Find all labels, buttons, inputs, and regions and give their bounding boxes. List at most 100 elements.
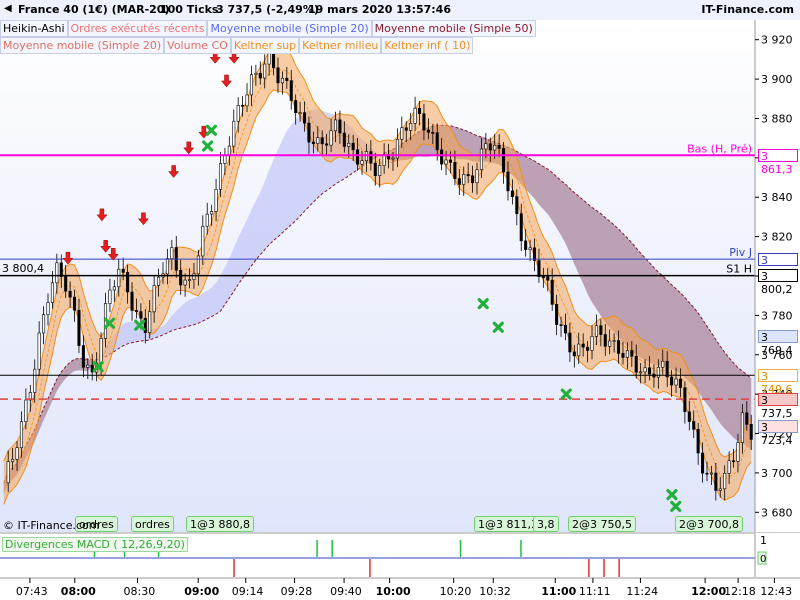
candle-body: [524, 240, 528, 250]
candle-body: [519, 213, 523, 242]
candle-body: [391, 157, 395, 160]
legend-item[interactable]: Keltner sup: [230, 37, 300, 54]
candle-body: [400, 127, 404, 140]
candle-body: [678, 378, 682, 388]
candle-body: [50, 282, 54, 303]
legend-item[interactable]: Heikin-Ashi: [0, 20, 68, 37]
candle-body: [6, 461, 10, 484]
x-tick-label: 07:43: [15, 585, 48, 598]
candle-body: [479, 148, 483, 171]
candle-body: [577, 343, 581, 357]
candle-body: [254, 72, 258, 75]
candle-body: [665, 360, 669, 378]
candle-body: [347, 142, 351, 147]
y-tick-label: 3 840: [761, 191, 793, 204]
order-tag[interactable]: ordres: [131, 516, 174, 532]
x-tick-label: 08:30: [123, 585, 156, 598]
candle-body: [258, 72, 262, 79]
candle-body: [599, 325, 603, 335]
order-tag[interactable]: 1@3 880,8: [186, 516, 254, 532]
x-tick-label: 12:43: [760, 585, 793, 598]
candle-body: [670, 376, 674, 386]
candle-body: [218, 163, 223, 190]
candle-body: [639, 371, 643, 374]
candle-body: [232, 120, 236, 147]
candle-body: [740, 412, 744, 443]
macd-panel-label[interactable]: Divergences MACD ( 12,26,9,20): [2, 537, 188, 552]
candle-body: [46, 302, 50, 315]
macd-tick-label: 1: [760, 534, 767, 547]
candle-body: [515, 196, 519, 215]
candle-body: [586, 346, 590, 351]
candle-body: [417, 107, 422, 114]
x-tick-label: 12:00: [691, 585, 727, 598]
candle-body: [426, 129, 430, 133]
candle-body: [488, 143, 492, 151]
candle-body: [466, 174, 470, 177]
candle-body: [188, 279, 192, 281]
x-tick-label: 10:00: [375, 585, 411, 598]
candle-body: [625, 350, 629, 358]
candle-body: [42, 314, 46, 334]
legend-item[interactable]: Ordres exécutés récents: [67, 20, 208, 37]
macd-zero-label: 0: [760, 554, 766, 565]
candle-body: [68, 290, 72, 298]
candle-body: [289, 80, 293, 101]
x-tick-label: 10:20: [439, 585, 472, 598]
candle-body: [727, 460, 731, 474]
candle-body: [241, 105, 245, 107]
candle-body: [77, 309, 81, 346]
candle-body: [183, 279, 187, 286]
candle-body: [170, 247, 174, 259]
candle-body: [590, 336, 594, 351]
legend-item[interactable]: Keltner milieu: [299, 37, 382, 54]
candle-body: [718, 488, 722, 491]
x-tick-label: 12:18: [724, 585, 756, 598]
candle-body: [462, 174, 466, 185]
candle-body: [157, 276, 161, 286]
order-tag[interactable]: 1@3 811,3: [474, 516, 542, 532]
legend-item[interactable]: Keltner inf ( 10): [381, 37, 474, 54]
x-tick-label: 09:40: [330, 585, 362, 598]
legend-item[interactable]: Moyenne mobile (Simple 50): [371, 20, 536, 37]
candle-body: [493, 145, 497, 151]
candle-body: [139, 311, 143, 319]
candle-body: [541, 276, 545, 278]
candle-body: [64, 276, 68, 292]
candle-body: [471, 175, 475, 184]
candle-body: [152, 285, 156, 313]
candle-body: [736, 442, 740, 462]
candle-body: [409, 123, 413, 131]
legend-item[interactable]: Moyenne mobile (Simple 20): [0, 37, 165, 54]
x-tick-label: 10:32: [479, 585, 511, 598]
price-marker: 3 749,6: [758, 368, 798, 396]
order-tag[interactable]: 3,8: [533, 516, 559, 532]
candle-body: [413, 107, 417, 124]
order-tag[interactable]: 2@3 750,5: [568, 516, 636, 532]
candle-body: [528, 247, 532, 250]
candle-body: [338, 119, 342, 134]
candle-body: [210, 211, 214, 215]
candle-body: [617, 340, 621, 354]
candle-body: [214, 188, 218, 212]
price-chart[interactable]: Bas (H, Pré) Piv J S1 H 3 800,4 3 920 3 900 3 …: [0, 0, 800, 600]
candle-body: [692, 421, 696, 430]
legend-item[interactable]: Moyenne mobile (Simple 20): [207, 20, 372, 37]
candle-body: [329, 130, 333, 146]
candle-body: [440, 149, 444, 165]
candle-body: [749, 424, 753, 440]
candle-body: [630, 350, 634, 357]
y-tick-label: 3 780: [761, 309, 793, 322]
candle-body: [537, 260, 541, 277]
legend-item[interactable]: Volume CO: [164, 37, 231, 54]
order-tag[interactable]: 2@3 700,8: [675, 516, 743, 532]
candle-body: [502, 148, 506, 173]
candle-body: [373, 162, 377, 176]
x-tick-label: 09:00: [184, 585, 220, 598]
price-marker: 3 808,6: [758, 252, 798, 280]
x-tick-label: 09:14: [231, 585, 264, 598]
candle-body: [227, 145, 231, 156]
candle-body: [121, 268, 125, 273]
x-tick-label: 09:28: [280, 585, 313, 598]
indicator-legend: Heikin-Ashi Ordres exécutés récents Moyenn…: [0, 20, 680, 54]
